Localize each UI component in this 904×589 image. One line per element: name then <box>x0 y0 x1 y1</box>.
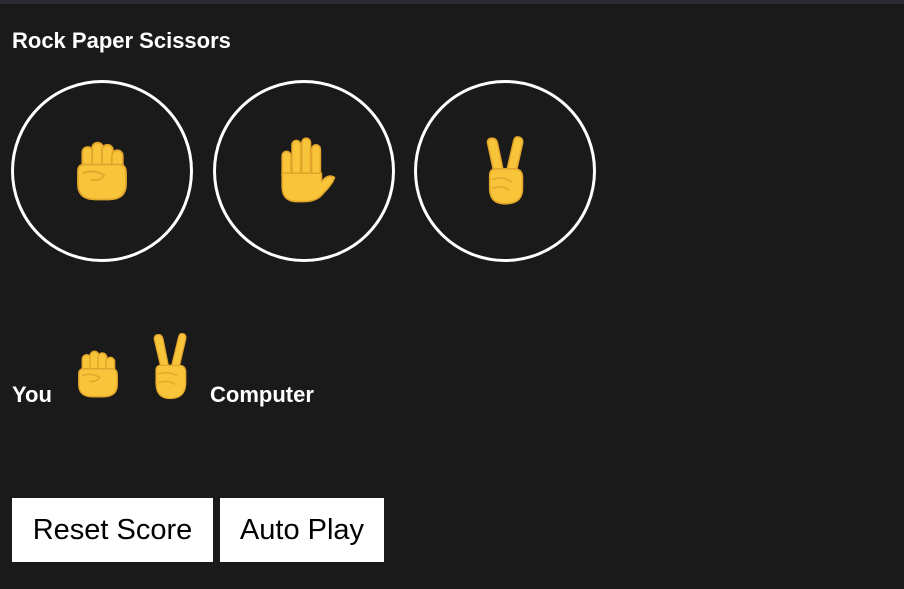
scissors-move-button[interactable] <box>414 80 596 262</box>
player-rock-fist-icon <box>78 350 118 398</box>
paper-hand-icon <box>281 137 336 203</box>
paper-move-button[interactable] <box>213 80 395 262</box>
reset-score-button[interactable]: Reset Score <box>12 498 213 562</box>
rock-fist-icon <box>77 141 127 201</box>
scissors-victory-icon <box>486 136 524 205</box>
computer-scissors-victory-icon <box>153 332 187 400</box>
player-label: You <box>12 382 52 407</box>
window-top-bar <box>0 0 904 4</box>
computer-label: Computer <box>210 382 314 407</box>
page-title: Rock Paper Scissors <box>12 28 231 53</box>
rock-move-button[interactable] <box>11 80 193 262</box>
auto-play-button[interactable]: Auto Play <box>220 498 384 562</box>
